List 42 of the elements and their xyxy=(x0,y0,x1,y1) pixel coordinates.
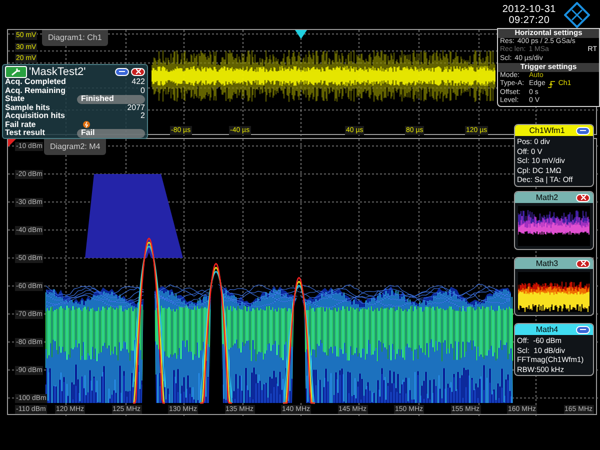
date-text: 2012-10-31 xyxy=(502,4,556,14)
close-button[interactable] xyxy=(576,194,590,202)
status-field: Fail xyxy=(77,129,145,138)
close-button[interactable] xyxy=(131,68,145,76)
warning-icon xyxy=(83,121,90,128)
stat-label: Acq. Remaining xyxy=(5,86,66,95)
diagram-tab[interactable]: Diagram2: M4 xyxy=(44,139,106,155)
trigger-marker-icon[interactable] xyxy=(295,30,307,39)
minimize-icon xyxy=(580,130,586,132)
panel-title: Math3 xyxy=(534,258,560,268)
time-text: 09:27:20 xyxy=(508,14,550,26)
minimize-button[interactable] xyxy=(115,68,129,76)
stat-label: Fail rate xyxy=(5,120,36,129)
status-field: Finished xyxy=(77,95,145,104)
diagram-tab[interactable]: Diagram1: Ch1 xyxy=(42,30,108,46)
stat-label: Acq. Completed xyxy=(5,78,67,86)
stat-value: 422 xyxy=(130,78,145,86)
wrench-icon xyxy=(11,68,21,76)
spectrum-thumbnail-drawing xyxy=(518,272,590,312)
panel-title: Ch1Wfm1 xyxy=(528,126,566,136)
panel-title: Math4 xyxy=(534,324,560,334)
close-icon xyxy=(580,261,586,266)
wrench-button[interactable] xyxy=(5,66,27,78)
stat-label: Test result xyxy=(5,129,46,138)
panel-title: Math2 xyxy=(534,192,560,202)
stat-value: 2077 xyxy=(126,104,145,112)
close-icon xyxy=(580,195,586,200)
stat-label: State xyxy=(5,95,25,104)
signal-panel[interactable]: Math2 xyxy=(514,191,594,250)
logo-icon xyxy=(564,2,590,28)
close-icon xyxy=(136,69,140,74)
minimize-icon xyxy=(580,328,586,330)
stat-label: Acquisition hits xyxy=(5,112,66,120)
stat-value: 2 xyxy=(140,112,145,120)
signal-panel[interactable]: Math3 xyxy=(514,257,594,316)
stat-label: Sample hits xyxy=(5,104,51,112)
stat-value: 0 xyxy=(140,86,145,95)
spectrum-thumbnail-drawing xyxy=(518,206,590,246)
close-button[interactable] xyxy=(576,260,590,268)
minimize-icon xyxy=(119,70,125,72)
rising-edge-icon xyxy=(548,80,556,88)
dialog-title: 'MaskTest2' xyxy=(29,66,87,78)
